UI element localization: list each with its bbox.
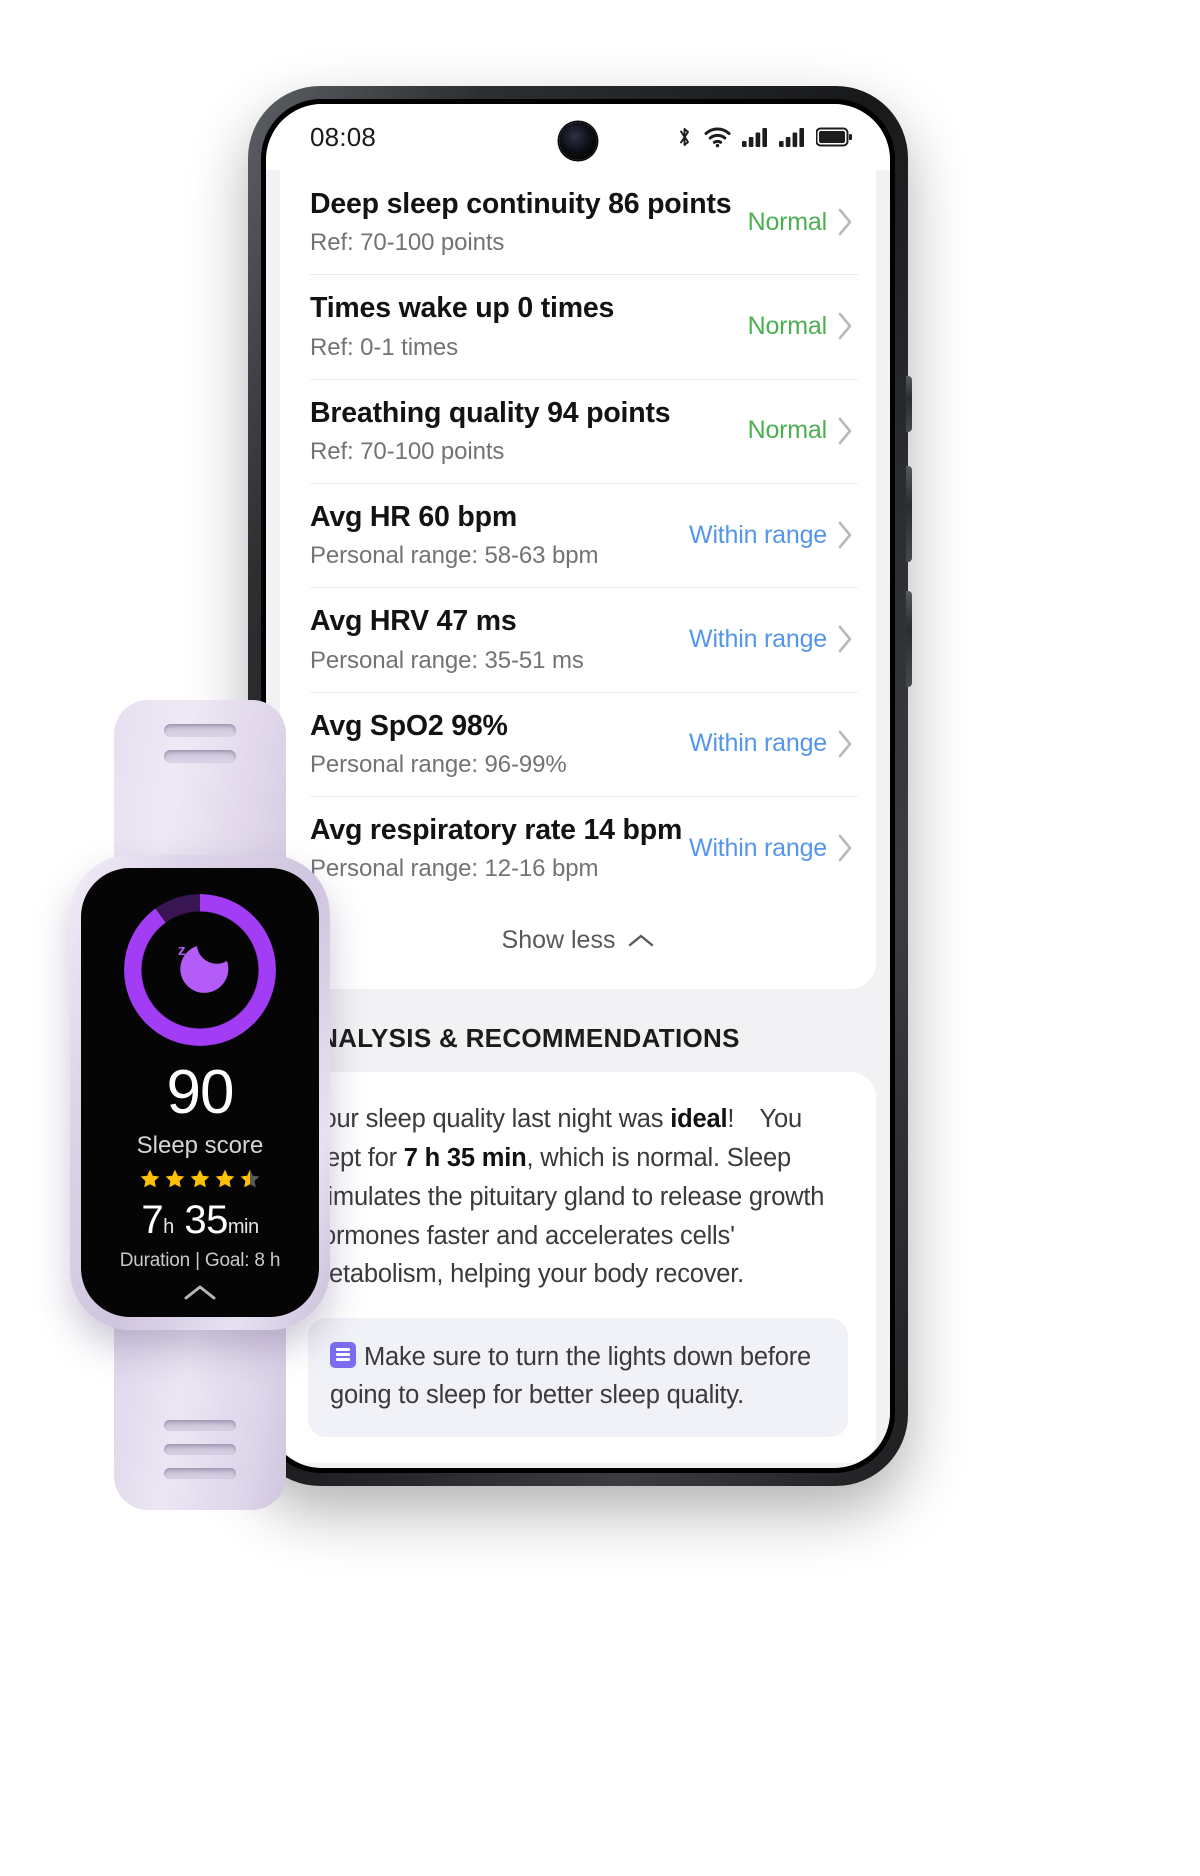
chevron-right-icon [837,416,854,446]
signal-bars-2-icon [779,127,805,147]
chevron-right-icon [837,520,854,550]
watch-screen[interactable]: z z 90 Sleep score 7h 35min Duration | G… [81,868,319,1317]
svg-text:z: z [178,942,186,959]
show-less-label: Show less [501,926,616,955]
sleep-goal-label: Duration | Goal: 8 h [119,1250,281,1271]
chevron-right-icon [837,729,854,759]
metric-reference: Personal range: 35-51 ms [310,646,584,674]
sleep-score-ring: z z [124,894,276,1046]
phone-device: 08:08 Deep sleep continuity 86 points Re… [248,86,912,1486]
sleep-duration: 7h 35min [141,1198,259,1242]
battery-icon [816,127,852,147]
metric-title: Avg HR 60 bpm [310,500,517,533]
chevron-up-icon [628,926,654,955]
front-camera-punch-hole [559,122,597,160]
metric-reference: Ref: 70-100 points [310,229,505,257]
sleep-score-value: 90 [166,1058,235,1127]
phone-side-button-volume-down[interactable] [906,591,912,687]
star-icon-filled [139,1168,161,1190]
svg-text:z: z [189,955,196,970]
status-badge: Normal [747,311,828,340]
watch-strap-bottom [114,1300,286,1510]
metric-title: Avg HRV 47 ms [310,605,517,638]
metric-title: Avg SpO2 98% [310,709,508,742]
watch-chevron-up-icon[interactable] [183,1284,217,1306]
metric-title: Avg respiratory rate 14 bpm [310,813,683,846]
tip-box: Make sure to turn the lights down before… [308,1318,848,1437]
table-row[interactable]: Avg HRV 47 ms Personal range: 35-51 ms W… [280,587,876,691]
status-badge: Within range [689,624,827,653]
strap-hole [164,750,236,763]
table-row[interactable]: Deep sleep continuity 86 points Ref: 70-… [280,170,876,274]
status-bar-icons [676,125,852,149]
table-row[interactable]: Avg SpO2 98% Personal range: 96-99% With… [280,691,876,796]
star-icon-filled [164,1168,186,1190]
status-badge: Within range [689,729,827,758]
metric-title: Deep sleep continuity 86 points [310,188,732,220]
wifi-icon [704,126,731,148]
chevron-right-icon [837,624,854,654]
sleeping-moon-icon: z z [178,942,229,993]
metric-reference: Personal range: 96-99% [310,750,567,778]
phone-side-button-volume-up[interactable] [906,466,912,562]
scroll-content[interactable]: Deep sleep continuity 86 points Ref: 70-… [266,170,890,1468]
chevron-right-icon [837,207,854,237]
screenshot-root: 08:08 Deep sleep continuity 86 points Re… [0,0,1200,1876]
phone-screen: 08:08 Deep sleep continuity 86 points Re… [266,104,890,1468]
metric-reference: Ref: 70-100 points [310,437,505,465]
status-badge: Within range [689,833,827,862]
status-badge: Within range [689,520,827,549]
table-row[interactable]: Breathing quality 94 points Ref: 70-100 … [280,378,876,483]
status-bar-clock: 08:08 [310,121,377,152]
star-icon-filled [189,1168,211,1190]
table-row[interactable]: Times wake up 0 times Ref: 0-1 times Nor… [280,274,876,378]
metric-reference: Personal range: 58-63 bpm [310,542,599,570]
status-badge: Normal [747,416,828,445]
signal-bars-icon [742,127,768,147]
table-row[interactable]: Avg respiratory rate 14 bpm Personal ran… [280,795,876,900]
strap-hole [164,724,236,737]
sleep-metrics-card: Deep sleep continuity 86 points Ref: 70-… [280,170,876,990]
status-bar: 08:08 [266,104,890,170]
star-icon-half [239,1168,261,1190]
bluetooth-icon [676,125,693,149]
chevron-right-icon [837,833,854,863]
analysis-text: Your sleep quality last night was ideal!… [308,1105,825,1289]
watch-case: z z 90 Sleep score 7h 35min Duration | G… [70,855,330,1330]
metric-title: Times wake up 0 times [310,292,615,325]
sleep-score-label: Sleep score [136,1132,264,1159]
show-less-button[interactable]: Show less [280,900,876,989]
table-row[interactable]: Avg HR 60 bpm Personal range: 58-63 bpm … [280,482,876,587]
star-icon-filled [214,1168,236,1190]
phone-bezel: 08:08 Deep sleep continuity 86 points Re… [261,99,895,1473]
metric-reference: Personal range: 12-16 bpm [310,855,599,883]
chevron-right-icon [837,311,854,341]
metric-title: Breathing quality 94 points [310,396,671,429]
sleep-rating-stars [139,1168,261,1190]
strap-hole [164,1468,236,1479]
metric-reference: Ref: 0-1 times [310,333,458,361]
status-badge: Normal [747,207,828,236]
smartwatch-device: z z 90 Sleep score 7h 35min Duration | G… [62,700,337,1510]
section-heading: ANALYSIS & RECOMMENDATIONS [300,1023,740,1054]
tip-text: Make sure to turn the lights down before… [330,1343,812,1410]
strap-hole [164,1444,236,1455]
analysis-card: Your sleep quality last night was ideal!… [280,1072,876,1463]
strap-hole [164,1420,236,1431]
phone-side-button-mute[interactable] [906,376,912,432]
